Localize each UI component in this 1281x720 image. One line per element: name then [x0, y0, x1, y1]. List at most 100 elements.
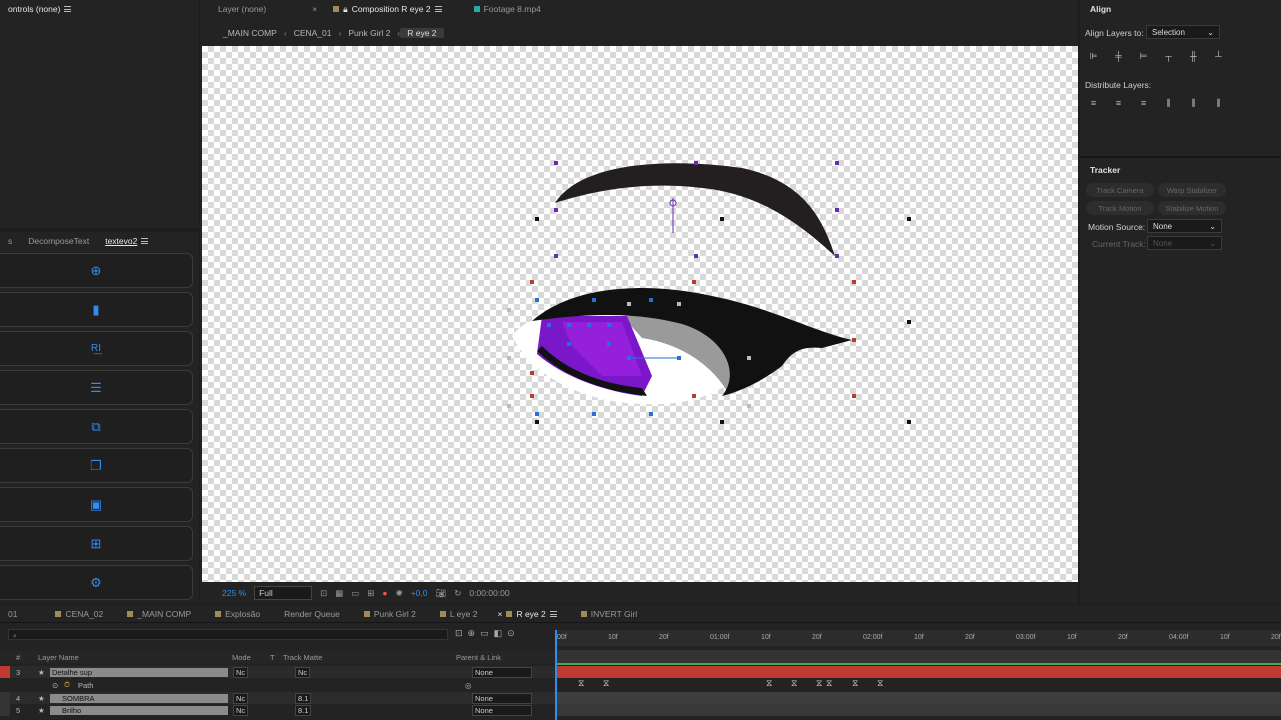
breadcrumb-cena-01[interactable]: CENA_01: [287, 28, 339, 38]
composition-viewer[interactable]: [202, 46, 1078, 582]
layer-label-color[interactable]: [0, 666, 10, 678]
keyframe[interactable]: ⧖: [816, 678, 822, 689]
close-icon[interactable]: ×: [304, 4, 325, 14]
align-hcenter-icon[interactable]: ╪: [1113, 51, 1124, 61]
tab-effect-controls[interactable]: ontrols (none): [0, 4, 79, 14]
grid-add-button[interactable]: ⊞: [0, 526, 193, 561]
parent-select[interactable]: None: [472, 666, 532, 678]
timeline-switches[interactable]: ⊡⊕▭◧⊙: [455, 628, 520, 639]
panel-menu-icon[interactable]: [141, 238, 149, 244]
layer-name[interactable]: Brilho: [50, 705, 228, 715]
align-top-icon[interactable]: ┬: [1163, 51, 1174, 61]
timeline-tab-invert-girl[interactable]: INVERT Girl: [573, 609, 645, 619]
text-tool-button[interactable]: R͟I: [0, 331, 193, 366]
timeline-tab-punk-girl-2[interactable]: Punk Girl 2: [356, 609, 424, 619]
timeline-tab-01[interactable]: 01: [0, 609, 25, 619]
resolution-select[interactable]: Full: [254, 586, 313, 600]
panel-menu-icon[interactable]: [434, 6, 442, 12]
keyframe[interactable]: ⧖: [852, 678, 858, 689]
timeline-tab-main-comp[interactable]: _MAIN COMP: [119, 609, 199, 619]
region-icon[interactable]: ⊡: [320, 588, 327, 599]
layer-label-color[interactable]: [0, 692, 10, 704]
align-left-icon[interactable]: ⊫: [1088, 51, 1099, 61]
mask-icon[interactable]: ▭: [351, 588, 359, 599]
panel-menu-icon[interactable]: [64, 6, 72, 12]
exposure-icon[interactable]: ✺: [396, 588, 403, 599]
timeline-tab-cena-02[interactable]: CENA_02: [47, 609, 111, 619]
align-to-select[interactable]: Selection ⌄: [1146, 25, 1220, 39]
breadcrumb-main-comp[interactable]: _MAIN COMP: [216, 28, 284, 38]
pickwhip-icon[interactable]: ◎: [465, 681, 472, 690]
mode-select[interactable]: Nc: [233, 704, 249, 716]
layer-duration-bar[interactable]: [556, 666, 1281, 678]
current-time-indicator[interactable]: [555, 630, 557, 720]
parent-select[interactable]: None: [472, 704, 532, 716]
breadcrumb-r-eye-2[interactable]: R eye 2: [400, 28, 444, 38]
duplicate-button[interactable]: ❐: [0, 448, 193, 483]
tab-composition[interactable]: 🔒︎ Composition R eye 2: [325, 4, 449, 15]
current-time[interactable]: 0:00:00:00: [469, 588, 509, 598]
color-channel-icon[interactable]: ●: [382, 588, 387, 598]
track-motion-button[interactable]: Track Motion: [1086, 201, 1154, 215]
distribute-hcenter-icon[interactable]: ⫼: [1188, 98, 1199, 108]
tab-textevo2[interactable]: textevo2: [97, 236, 156, 246]
distribute-bottom-icon[interactable]: ≡: [1138, 98, 1149, 108]
shapes-button[interactable]: ⧉: [0, 409, 193, 444]
distribute-vcenter-icon[interactable]: ≡: [1113, 98, 1124, 108]
keyframe[interactable]: ⧖: [766, 678, 772, 689]
show-snapshot-icon[interactable]: ↻: [454, 588, 461, 599]
stabilize-motion-button[interactable]: Stabilize Motion: [1158, 201, 1226, 215]
current-track-select[interactable]: None ⌄: [1147, 236, 1222, 250]
tab-decompose-text[interactable]: DecomposeText: [20, 236, 97, 246]
close-icon[interactable]: ×: [497, 609, 502, 619]
breadcrumb-punk-girl-2[interactable]: Punk Girl 2: [341, 28, 397, 38]
transparency-grid-icon[interactable]: ▦: [335, 588, 343, 599]
grid-icon[interactable]: ⊞: [367, 588, 374, 599]
track-matte-select[interactable]: Nc: [295, 666, 311, 678]
table-row[interactable]: 3 ★ Detalhe sup Nc Nc None: [0, 666, 556, 678]
panel-menu-icon[interactable]: [549, 610, 557, 617]
table-row[interactable]: ⊙ ⏱︎ Path ◎: [0, 679, 556, 691]
motion-source-select[interactable]: None ⌄: [1147, 219, 1222, 233]
lock-icon[interactable]: 🔒︎: [343, 4, 348, 15]
distribute-left-icon[interactable]: ⫼: [1163, 98, 1174, 108]
star-icon[interactable]: ★: [38, 668, 45, 677]
tab-script-s[interactable]: s: [0, 236, 20, 246]
mode-select[interactable]: Nc: [233, 692, 249, 704]
align-vcenter-icon[interactable]: ╫: [1188, 51, 1199, 61]
align-bottom-icon[interactable]: ┴: [1213, 51, 1224, 61]
camera-icon[interactable]: 📷︎: [435, 588, 446, 599]
timeline-tab-r-eye-2[interactable]: × R eye 2: [489, 609, 564, 619]
mode-select[interactable]: Nc: [233, 666, 249, 678]
layer-property-name[interactable]: Path: [78, 681, 93, 690]
timeline-tab-render-queue[interactable]: Render Queue: [276, 609, 348, 619]
timeline-search-input[interactable]: ⌕: [8, 629, 448, 640]
keyframe[interactable]: ⧖: [791, 678, 797, 689]
keyframe[interactable]: ⧖: [826, 678, 832, 689]
align-right-icon[interactable]: ⊨: [1138, 51, 1149, 61]
table-row[interactable]: 5 ★ Brilho Nc 8.1 None: [0, 704, 556, 716]
delete-button[interactable]: ▮: [0, 292, 193, 327]
track-matte-select[interactable]: 8.1: [295, 692, 312, 704]
layer-label-color[interactable]: [0, 704, 10, 716]
path-stopwatch-icon[interactable]: ⏱︎: [64, 680, 70, 690]
layer-name[interactable]: SOMBRA: [50, 693, 228, 703]
star-icon[interactable]: ★: [38, 706, 45, 715]
timeline-tab-explosao[interactable]: Explosão: [207, 609, 268, 619]
keyframe[interactable]: ⧖: [603, 678, 609, 689]
track-matte-select[interactable]: 8.1: [295, 704, 312, 716]
parent-select[interactable]: None: [472, 692, 532, 704]
exposure-value[interactable]: +0,0: [411, 588, 428, 598]
distribute-top-icon[interactable]: ≡: [1088, 98, 1099, 108]
table-row[interactable]: 4 ★ SOMBRA Nc 8.1 None: [0, 692, 556, 704]
track-camera-button[interactable]: Track Camera: [1086, 183, 1154, 197]
layer-name[interactable]: Detalhe sup: [50, 667, 228, 677]
warp-stabilizer-button[interactable]: Warp Stabilizer: [1158, 183, 1226, 197]
timeline-tab-l-eye-2[interactable]: L eye 2: [432, 609, 486, 619]
col-layer-name[interactable]: Layer Name: [38, 653, 79, 662]
list-button[interactable]: ☰: [0, 370, 193, 405]
star-icon[interactable]: ★: [38, 694, 45, 703]
distribute-right-icon[interactable]: ⫼: [1213, 98, 1224, 108]
settings-button[interactable]: ⚙: [0, 565, 193, 600]
tab-layer[interactable]: Layer (none): [210, 4, 274, 14]
